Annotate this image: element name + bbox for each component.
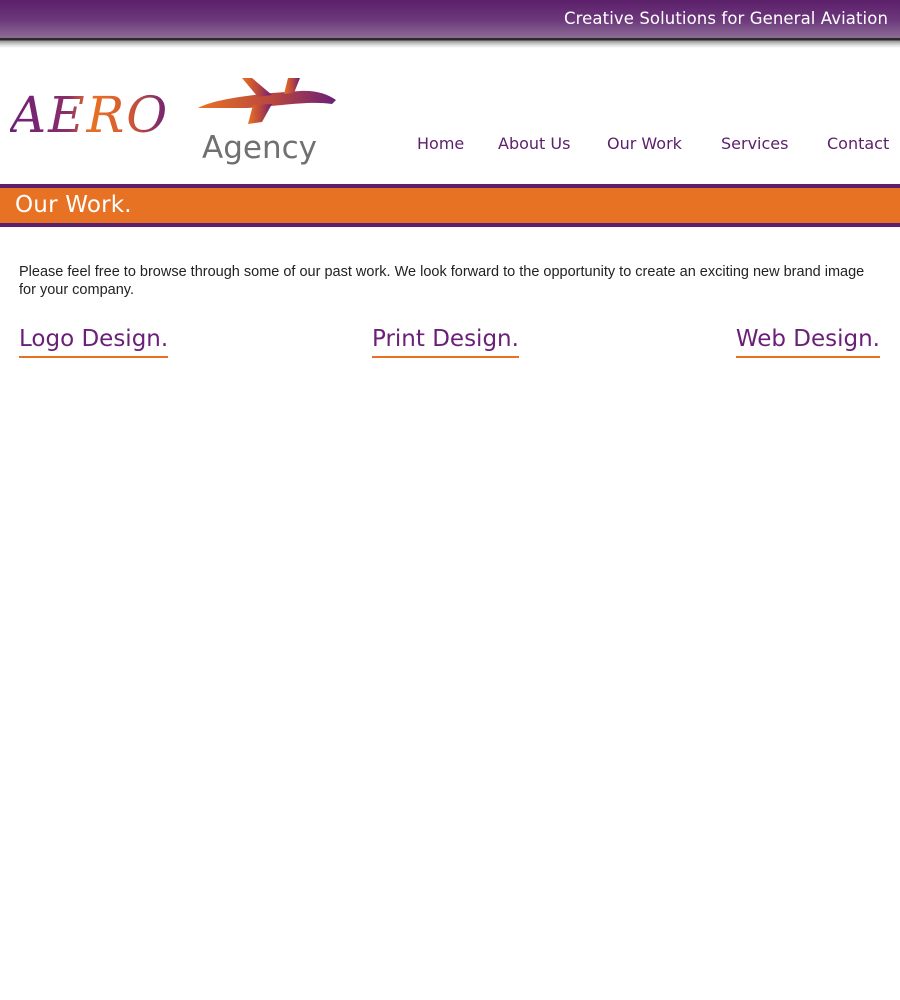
- nav-our-work-link[interactable]: Our Work: [607, 134, 682, 153]
- web-design-link[interactable]: Web Design.: [735, 324, 880, 358]
- nav-about-us-link[interactable]: About Us: [498, 134, 570, 153]
- main-navigation: Home About Us Our Work Services Contact: [0, 134, 900, 156]
- page: Creative Solutions for General Aviation: [0, 0, 900, 1000]
- top-bar-shadow: [0, 38, 900, 48]
- intro-paragraph: Please feel free to browse through some …: [19, 263, 865, 298]
- nav-home-link[interactable]: Home: [417, 134, 464, 153]
- nav-services-link[interactable]: Services: [721, 134, 788, 153]
- airplane-shape: [198, 78, 336, 124]
- logo-design-link[interactable]: Logo Design.: [19, 324, 169, 358]
- top-tagline-bar: Creative Solutions for General Aviation: [0, 0, 900, 38]
- page-title: Our Work.: [15, 192, 132, 218]
- section-banner: Our Work.: [0, 184, 900, 227]
- nav-contact-link[interactable]: Contact: [827, 134, 889, 153]
- tagline: Creative Solutions for General Aviation: [564, 9, 888, 28]
- print-design-link[interactable]: Print Design.: [372, 324, 519, 358]
